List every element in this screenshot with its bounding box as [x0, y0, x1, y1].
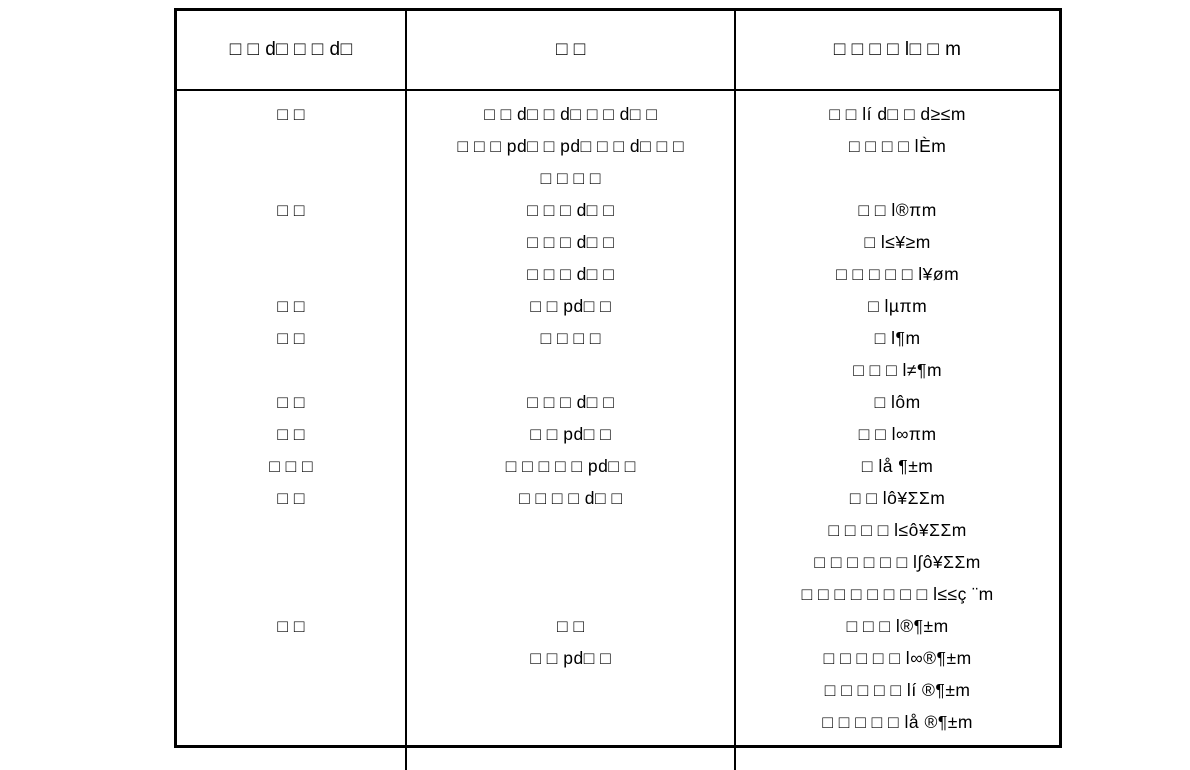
column-2-line: □ □ □ d□ □ — [527, 232, 615, 252]
column-3-line: □ l≤¥≥m — [864, 232, 931, 252]
column-3-line: □ □ □ □ lÈm — [848, 136, 947, 156]
column-1-line: □ □ — [277, 104, 305, 124]
data-table: □ □ d□ □ □ d□ □ □ □ □ □ □ l□ □ m □ □ □ □… — [177, 11, 1059, 770]
table-row: □ □ □ □ □ □ □ □ □ □ □ □ □ □ □ □ □ □ □ □ □ d□… — [177, 90, 1059, 770]
column-2-line: □ □ pd□ □ — [530, 424, 612, 444]
column-2-line: □ □ □ □ □ pd□ □ — [505, 456, 636, 476]
column-3-line: □ lµπm — [868, 296, 928, 316]
column-2-line: □ □ □ □ d□ □ — [519, 488, 623, 508]
column-3-line: □ □ □ □ □ l¥øm — [836, 264, 960, 284]
table-cell-column-1: □ □ □ □ □ □ □ □ □ □ □ □ □ □ □ □ □ □ □ — [177, 90, 408, 770]
column-1-line-list: □ □ □ □ □ □ □ □ □ □ □ □ □ □ □ □ □ □ □ — [177, 91, 405, 738]
column-1-line: □ □ — [277, 200, 305, 220]
table-header-row: □ □ d□ □ □ d□ □ □ □ □ □ □ l□ □ m — [177, 11, 1059, 91]
column-1-line: □ □ — [277, 424, 305, 444]
column-3-line: □ □ □ □ □ □ □ □ l≤≤ç ¨m — [801, 584, 994, 604]
table-cell-column-3: □ □ lí d□ □ d≥≤m □ □ □ □ lÈm □ □ l®πm □ l≤… — [735, 90, 1059, 770]
column-3-line: □ □ □ □ □ lå ®¶±m — [822, 712, 973, 732]
column-1-line: □ □ — [277, 616, 305, 636]
column-3-line: □ □ l∞πm — [858, 424, 937, 444]
column-2-line: □ □ □ d□ □ — [527, 264, 615, 284]
column-3-line: □ □ □ l®¶±m — [846, 616, 949, 636]
column-3-line: □ lå ¶±m — [861, 456, 934, 476]
column-3-line: □ □ lí d□ □ d≥≤m — [829, 104, 966, 124]
page-root: □ □ d□ □ □ d□ □ □ □ □ □ □ l□ □ m □ □ □ □… — [0, 0, 1190, 770]
column-1-line: □ □ — [277, 392, 305, 412]
column-2-line: □ □ □ □ — [540, 168, 601, 188]
column-3-line-list: □ □ lí d□ □ d≥≤m □ □ □ □ lÈm □ □ l®πm □ l≤… — [736, 91, 1059, 738]
column-1-line: □ □ — [277, 488, 305, 508]
column-3-line: □ □ □ □ l≤ô¥ΣΣm — [828, 520, 967, 540]
column-2-line: □ □ □ d□ □ — [527, 200, 615, 220]
table-body: □ □ □ □ □ □ □ □ □ □ □ □ □ □ □ □ □ □ □ □ □ d□… — [177, 90, 1059, 770]
column-3-line: □ l¶m — [874, 328, 921, 348]
table-header: □ □ d□ □ □ d□ □ □ □ □ □ □ l□ □ m — [177, 11, 1059, 91]
column-header-3: □ □ □ □ l□ □ m — [735, 11, 1059, 91]
table-cell-column-2: □ □ d□ □ d□ □ □ d□ □ □ □ □ pd□ □ pd□ □ □ … — [406, 90, 737, 770]
column-3-line: □ □ lô¥ΣΣm — [849, 488, 946, 508]
column-2-line: □ □ pd□ □ — [530, 648, 612, 668]
column-3-line: □ lôm — [874, 392, 921, 412]
column-1-line: □ □ □ — [269, 456, 314, 476]
column-header-1: □ □ d□ □ □ d□ — [177, 11, 408, 91]
column-2-line: □ □ □ □ — [540, 328, 601, 348]
column-2-line: □ □ — [557, 616, 585, 636]
column-2-line-list: □ □ d□ □ d□ □ □ d□ □ □ □ □ pd□ □ pd□ □ □ … — [407, 91, 734, 770]
column-2-line: □ □ pd□ □ — [530, 296, 612, 316]
column-3-line: □ □ □ □ □ □ l∫ô¥ΣΣm — [814, 552, 981, 572]
column-3-line: □ □ □ □ □ l∞®¶±m — [823, 648, 972, 668]
column-3-line: □ □ □ l≠¶m — [853, 360, 943, 380]
column-3-line: □ □ □ □ □ lí ®¶±m — [824, 680, 971, 700]
column-header-2: □ □ — [406, 11, 737, 91]
column-2-line: □ □ □ d□ □ — [527, 392, 615, 412]
data-table-container: □ □ d□ □ □ d□ □ □ □ □ □ □ l□ □ m □ □ □ □… — [174, 8, 1062, 770]
column-1-line: □ □ — [277, 328, 305, 348]
column-3-line: □ □ l®πm — [858, 200, 937, 220]
column-2-line: □ □ d□ □ d□ □ □ d□ □ — [484, 104, 658, 124]
column-2-line: □ □ □ pd□ □ pd□ □ □ d□ □ □ — [457, 136, 685, 156]
column-1-line: □ □ — [277, 296, 305, 316]
